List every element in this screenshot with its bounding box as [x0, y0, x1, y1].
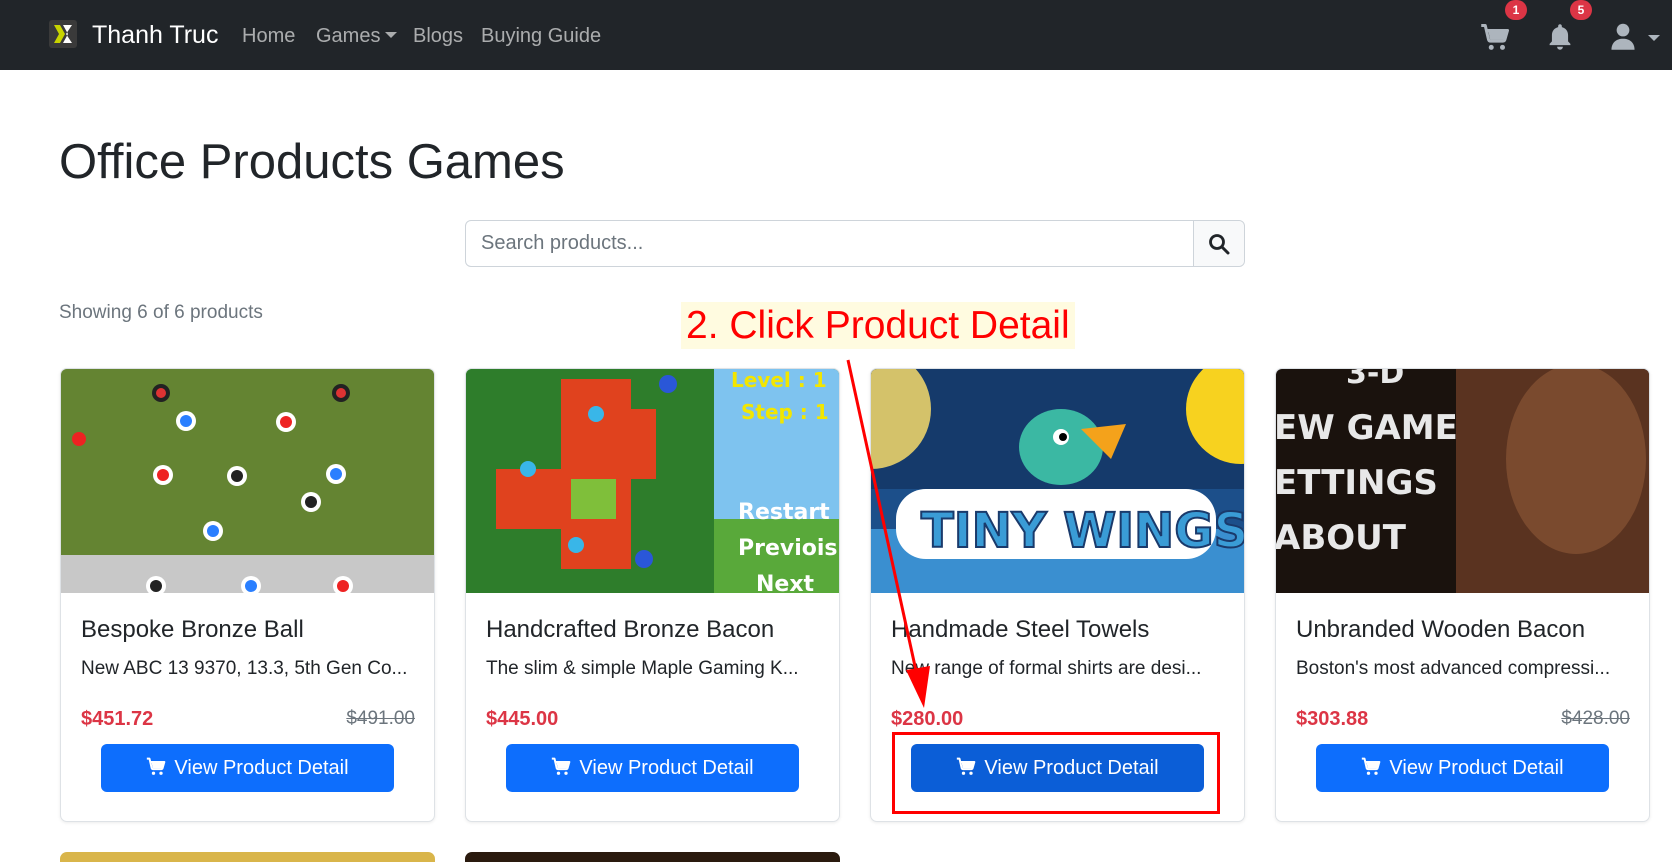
caret-down-icon	[1648, 35, 1660, 41]
view-product-detail-button[interactable]: View Product Detail	[506, 744, 799, 792]
user-icon	[1611, 23, 1635, 50]
cart-icon	[1362, 757, 1381, 775]
view-product-detail-button[interactable]: View Product Detail	[1316, 744, 1609, 792]
svg-text:Level : 1: Level : 1	[731, 369, 827, 392]
view-button-label: View Product Detail	[174, 757, 349, 779]
svg-text:Restart: Restart	[738, 500, 830, 525]
notifications-button[interactable]	[1543, 20, 1577, 54]
cart-icon	[147, 757, 166, 775]
caret-down-icon	[385, 31, 398, 38]
product-card: Level : 1 Step : 1 Restart Previois Next…	[465, 368, 840, 822]
svg-text:Previois: Previois	[738, 536, 838, 561]
svg-text:TINY WINGS: TINY WINGS	[921, 503, 1244, 559]
nav-games-dropdown[interactable]: Games	[316, 22, 398, 50]
product-card: EW GAME ETTINGS ABOUT 3-D Unbranded Wood…	[1275, 368, 1650, 822]
cart-icon	[1481, 24, 1509, 50]
svg-text:ABOUT: ABOUT	[1276, 518, 1407, 558]
nav-games-label: Games	[316, 25, 381, 47]
search-icon	[1209, 234, 1230, 255]
product-card-peek	[465, 852, 840, 862]
product-image[interactable]: TINY WINGS	[871, 369, 1244, 593]
product-price: $451.72	[81, 708, 154, 730]
product-title[interactable]: Handcrafted Bronze Bacon	[486, 614, 774, 646]
bell-icon	[1549, 24, 1571, 50]
product-card-peek	[60, 852, 435, 862]
product-image[interactable]	[61, 369, 434, 593]
results-count: Showing 6 of 6 products	[59, 302, 263, 323]
product-price: $303.88	[1296, 708, 1369, 730]
view-button-label: View Product Detail	[579, 757, 754, 779]
product-old-price: $428.00	[1561, 708, 1630, 729]
product-image[interactable]: EW GAME ETTINGS ABOUT 3-D	[1276, 369, 1649, 593]
cart-icon	[552, 757, 571, 775]
annotation-highlight-box	[892, 732, 1220, 814]
navbar: Thanh Truc Home Games Blogs Buying Guide…	[0, 0, 1672, 70]
svg-text:Step : 1: Step : 1	[741, 400, 829, 424]
svg-text:EW GAME: EW GAME	[1276, 408, 1458, 448]
brand-logo-icon[interactable]	[49, 20, 77, 48]
view-product-detail-button[interactable]: View Product Detail	[101, 744, 394, 792]
product-title[interactable]: Unbranded Wooden Bacon	[1296, 614, 1585, 646]
product-description: New range of formal shirts are desi...	[891, 658, 1202, 679]
nav-blogs[interactable]: Blogs	[413, 22, 463, 50]
search-input[interactable]	[466, 221, 1194, 266]
cart-count-badge: 1	[1505, 0, 1527, 20]
product-description: New ABC 13 9370, 13.3, 5th Gen Co...	[81, 658, 408, 679]
product-old-price: $491.00	[346, 708, 415, 729]
annotation-label: 2. Click Product Detail	[681, 302, 1075, 349]
svg-text:Next: Next	[756, 572, 815, 593]
product-price: $280.00	[891, 708, 964, 730]
nav-buying-guide[interactable]: Buying Guide	[481, 22, 601, 50]
brand-name[interactable]: Thanh Truc	[92, 19, 218, 51]
product-description: The slim & simple Maple Gaming K...	[486, 658, 799, 679]
user-menu-button[interactable]	[1607, 20, 1660, 54]
search-button[interactable]	[1194, 221, 1244, 266]
product-title[interactable]: Bespoke Bronze Ball	[81, 614, 304, 646]
product-title[interactable]: Handmade Steel Towels	[891, 614, 1149, 646]
product-card: Bespoke Bronze Ball New ABC 13 9370, 13.…	[60, 368, 435, 822]
view-button-label: View Product Detail	[1389, 757, 1564, 779]
product-description: Boston's most advanced compressi...	[1296, 658, 1611, 679]
search-bar	[465, 220, 1245, 267]
svg-text:ETTINGS: ETTINGS	[1276, 463, 1438, 503]
product-price: $445.00	[486, 708, 559, 730]
cart-button[interactable]	[1478, 20, 1512, 54]
product-image[interactable]: Level : 1 Step : 1 Restart Previois Next	[466, 369, 839, 593]
page-title: Office Products Games	[59, 135, 565, 189]
svg-text:3-D: 3-D	[1346, 369, 1404, 391]
nav-home[interactable]: Home	[242, 22, 295, 50]
notification-count-badge: 5	[1570, 0, 1592, 20]
